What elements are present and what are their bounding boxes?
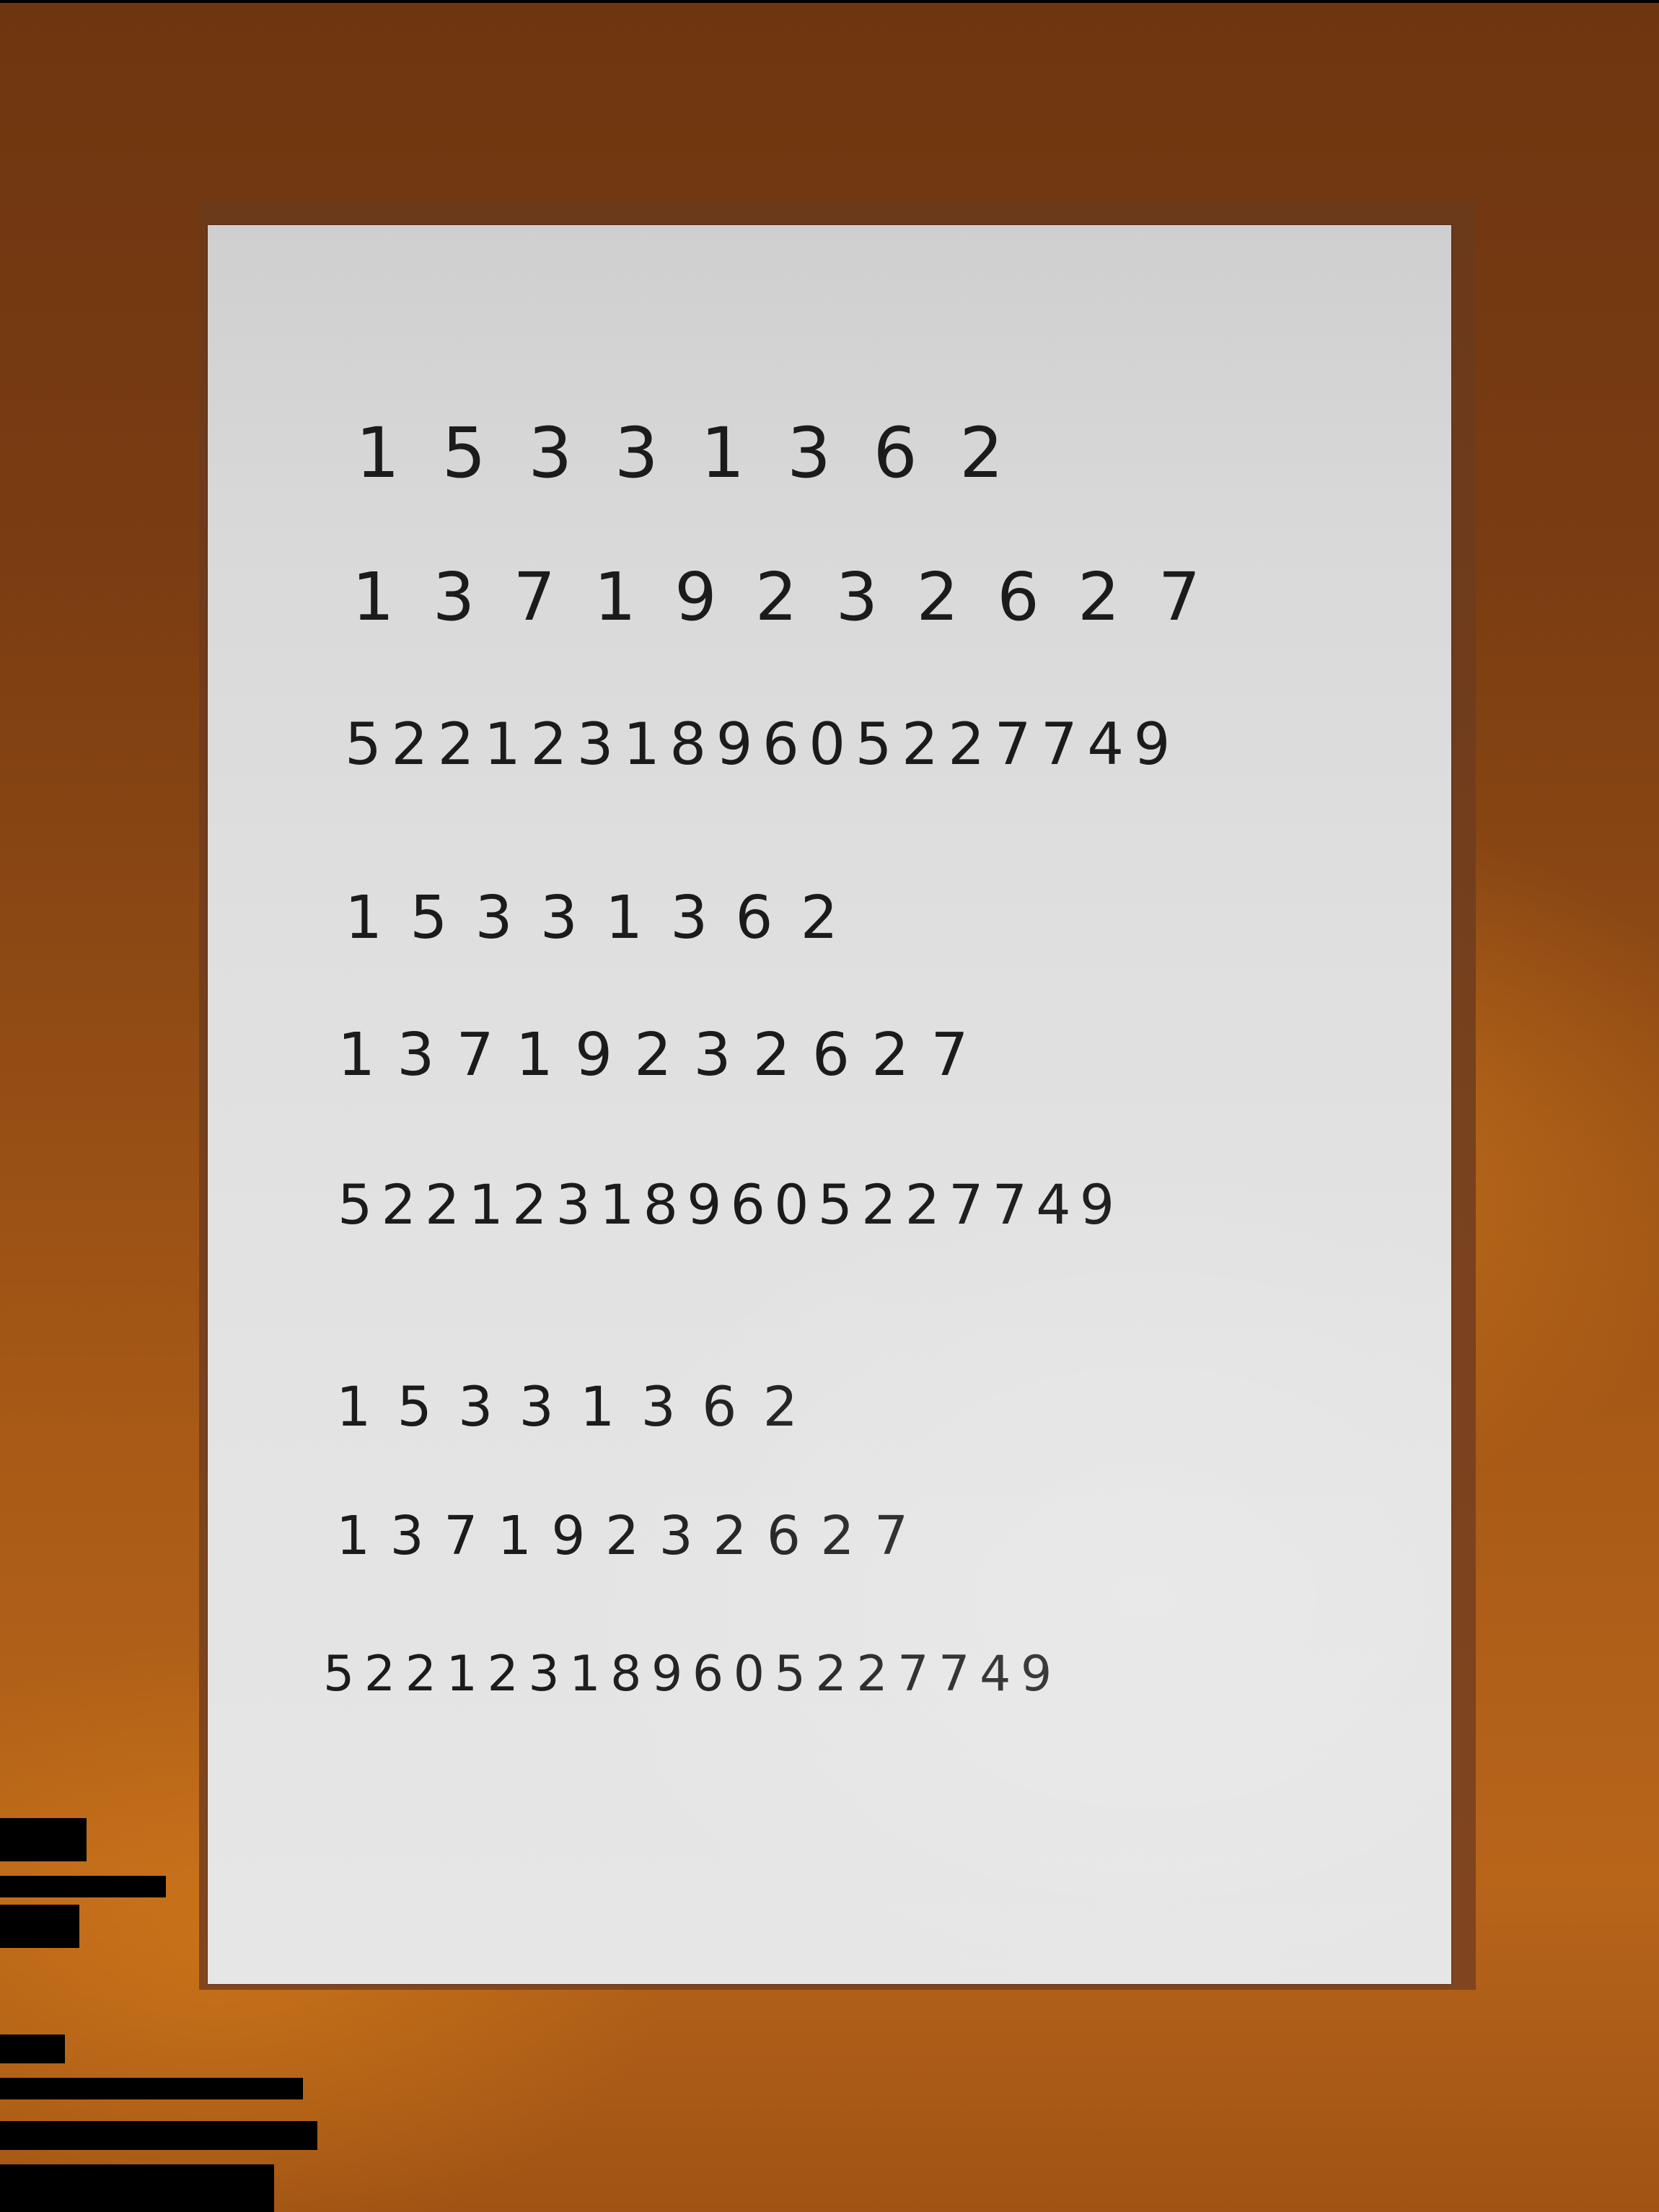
handwritten-number-line: 1 3 7 1 9 2 3 2 6 2 7 bbox=[338, 1021, 970, 1089]
handwritten-number-line: 1 3 7 1 9 2 3 2 6 2 7 bbox=[352, 558, 1210, 636]
edge-artifact bbox=[0, 1905, 79, 1948]
edge-artifact bbox=[0, 1818, 87, 1861]
edge-artifact bbox=[0, 2121, 317, 2150]
handwritten-number-line: 1 5 3 3 1 3 6 2 bbox=[336, 1374, 802, 1439]
edge-artifact bbox=[0, 2164, 274, 2212]
handwritten-number-line: 1 5 3 3 1 3 6 2 bbox=[356, 413, 1014, 493]
handwritten-number-line: 1 5 3 3 1 3 6 2 bbox=[345, 884, 842, 952]
paper-sheet: 1 5 3 3 1 3 6 2 1 3 7 1 9 2 3 2 6 2 7 5 … bbox=[208, 225, 1451, 1984]
edge-artifact bbox=[0, 2078, 303, 2099]
handwritten-number-line: 5 2 2 1 2 3 1 8 9 6 0 5 2 2 7 7 4 9 bbox=[323, 1646, 1052, 1703]
handwritten-number-line: 1 3 7 1 9 2 3 2 6 2 7 bbox=[336, 1505, 910, 1567]
photo-scene: 1 5 3 3 1 3 6 2 1 3 7 1 9 2 3 2 6 2 7 5 … bbox=[0, 0, 1659, 2212]
edge-artifact bbox=[0, 1876, 166, 1897]
handwritten-number-line: 5 2 2 1 2 3 1 8 9 6 0 5 2 2 7 7 4 9 bbox=[338, 1172, 1114, 1237]
edge-artifact bbox=[0, 2035, 65, 2063]
handwritten-number-line: 5 2 2 1 2 3 1 8 9 6 0 5 2 2 7 7 4 9 bbox=[345, 711, 1170, 778]
edge-artifact bbox=[0, 0, 1659, 3]
